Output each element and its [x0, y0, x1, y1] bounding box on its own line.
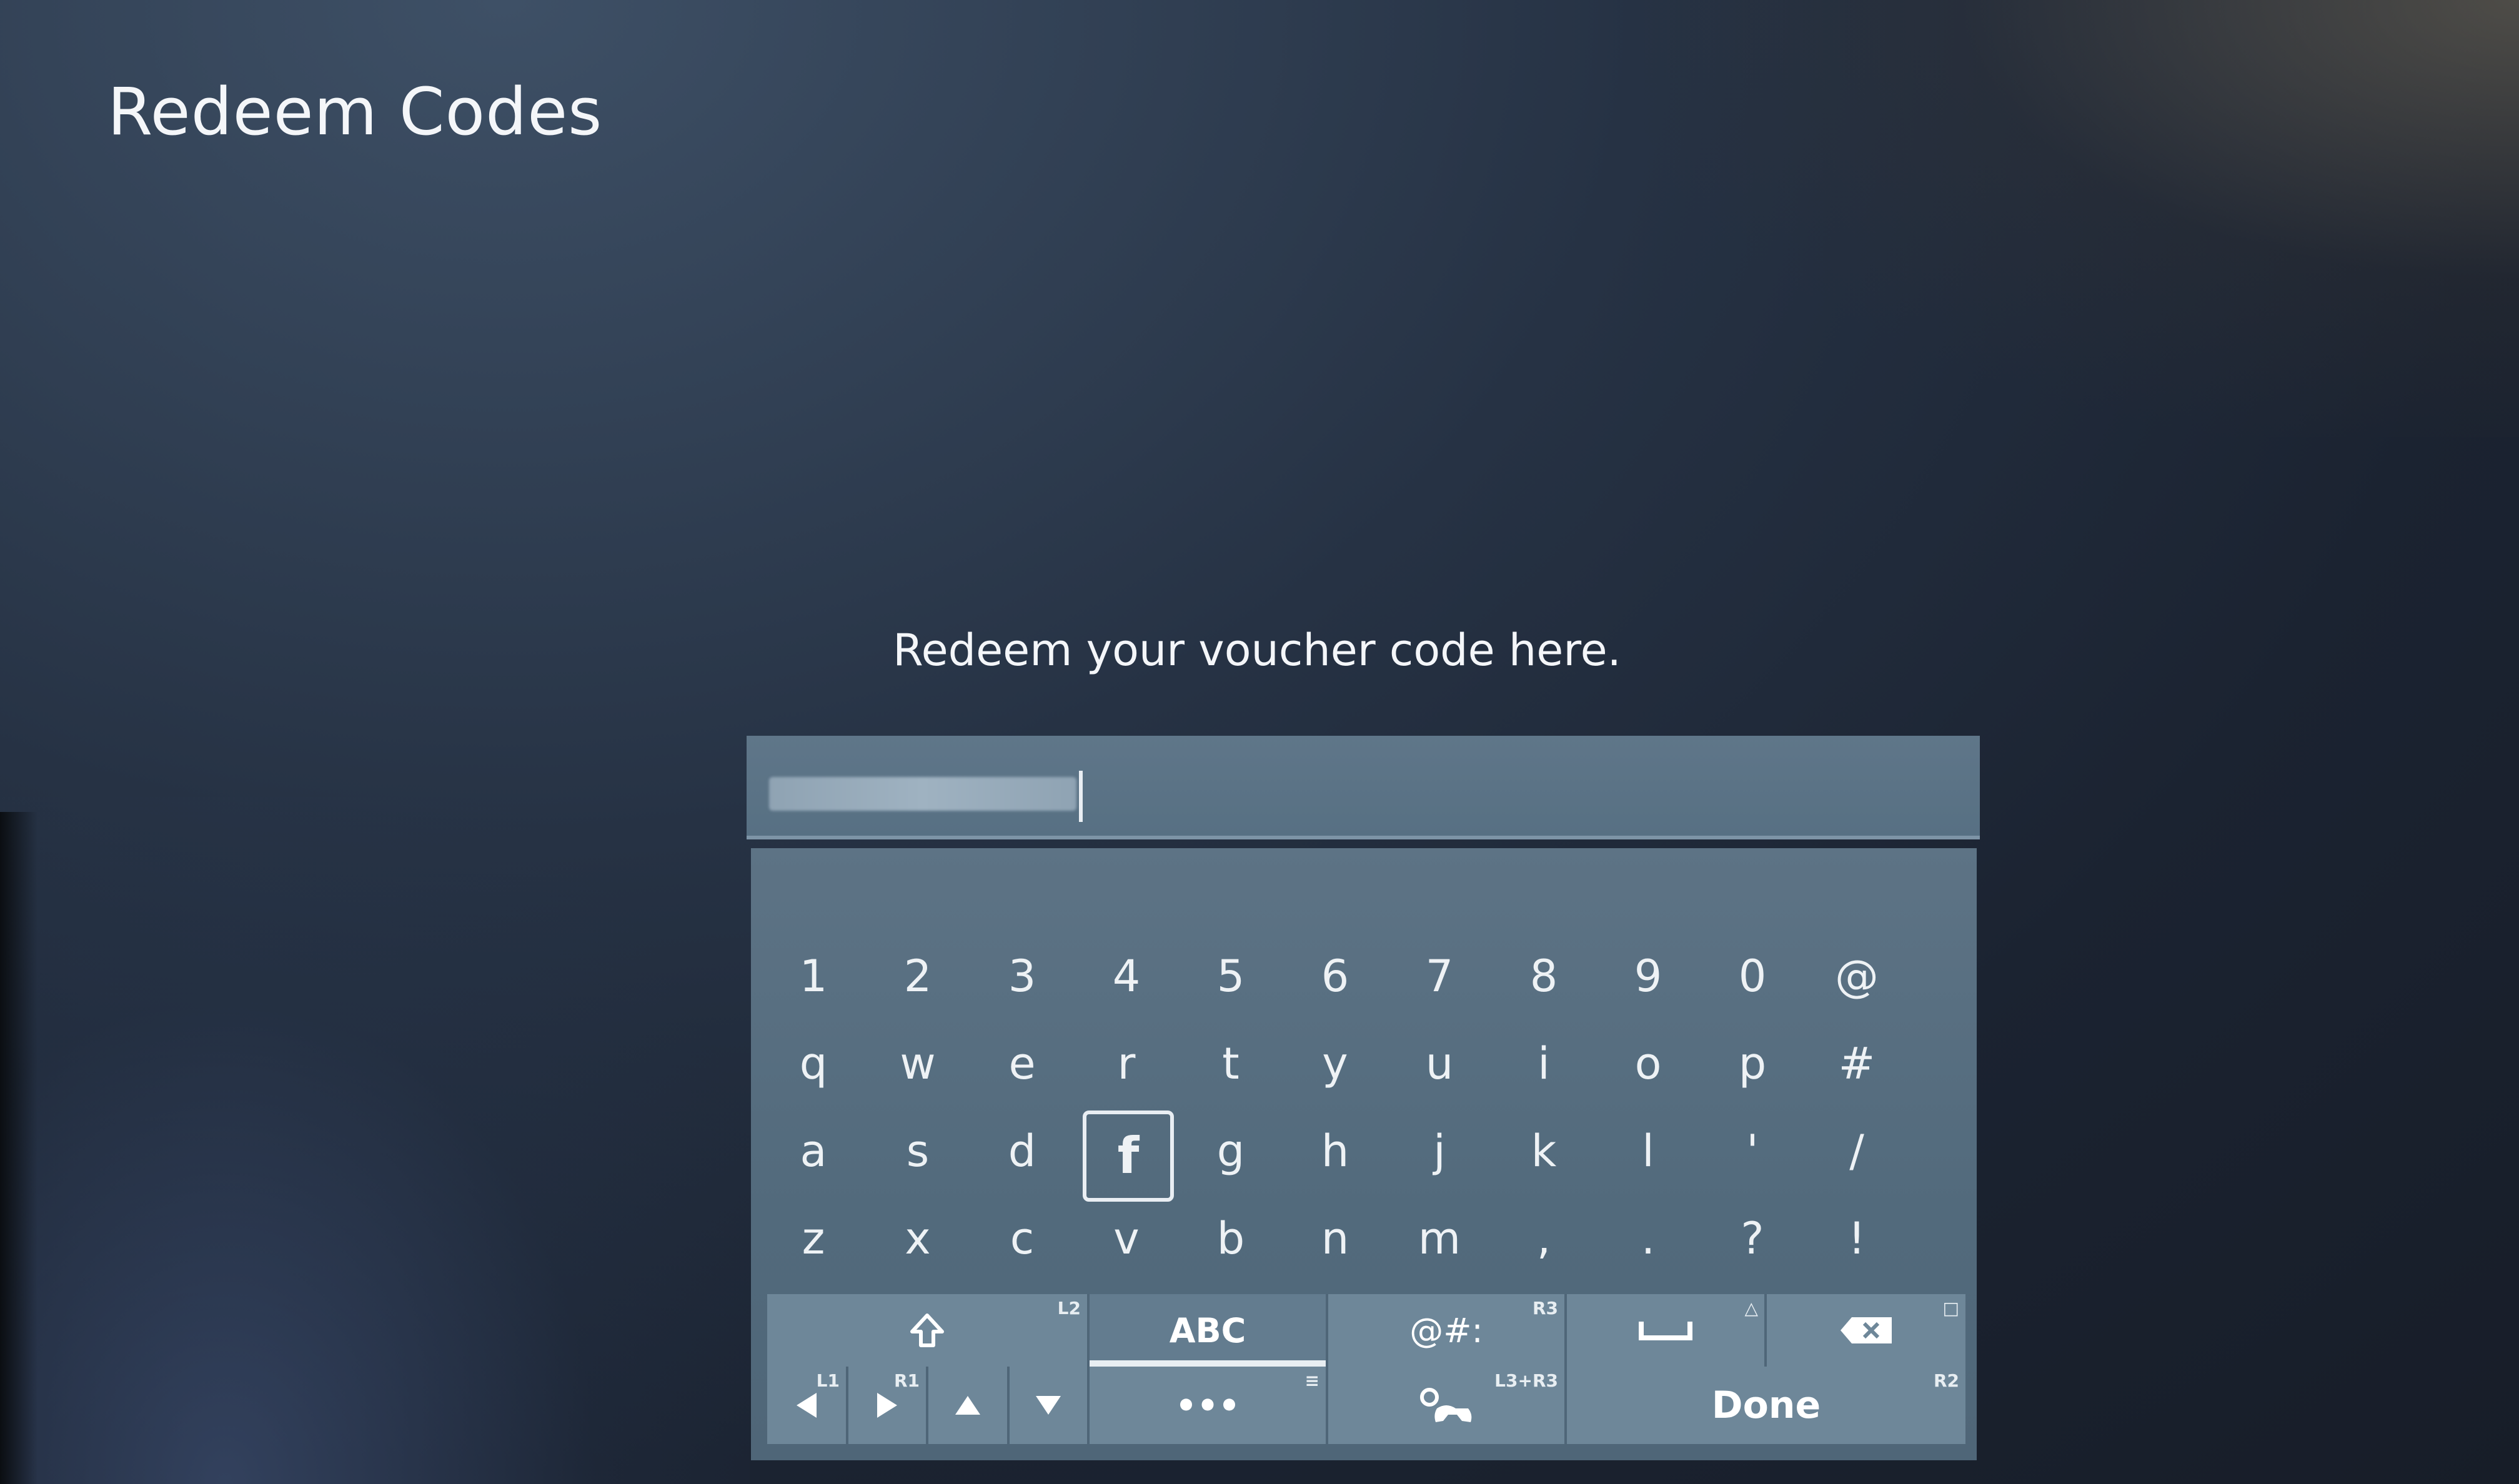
- key-a[interactable]: a: [770, 1111, 857, 1192]
- key-p[interactable]: p: [1709, 1023, 1796, 1104]
- left-tag: L1: [816, 1370, 840, 1391]
- key-6[interactable]: 6: [1291, 936, 1379, 1017]
- arrow-down-icon: [1036, 1396, 1061, 1415]
- cursor-up-button[interactable]: [928, 1367, 1010, 1444]
- key-symbol[interactable]: #: [1813, 1023, 1900, 1104]
- key-5[interactable]: 5: [1187, 936, 1274, 1017]
- key-w[interactable]: w: [874, 1023, 961, 1104]
- cursor-left-button[interactable]: L1: [767, 1367, 848, 1444]
- shift-button[interactable]: L2: [767, 1294, 1090, 1367]
- key-q[interactable]: q: [770, 1023, 857, 1104]
- key-9[interactable]: 9: [1604, 936, 1692, 1017]
- key-d[interactable]: d: [978, 1111, 1066, 1192]
- key-v[interactable]: v: [1083, 1198, 1170, 1279]
- key-j[interactable]: j: [1396, 1111, 1483, 1192]
- background-glow: [0, 797, 750, 1484]
- key-l[interactable]: l: [1604, 1111, 1692, 1192]
- key-8[interactable]: 8: [1500, 936, 1587, 1017]
- cursor-right-button[interactable]: R1: [848, 1367, 928, 1444]
- key-c[interactable]: c: [978, 1198, 1066, 1279]
- screen-edge: [0, 812, 37, 1484]
- more-options-button[interactable]: ••• ≡: [1090, 1367, 1328, 1444]
- key-symbol[interactable]: .: [1604, 1198, 1692, 1279]
- key-i[interactable]: i: [1500, 1023, 1587, 1104]
- key-symbol[interactable]: /: [1813, 1111, 1900, 1192]
- space-icon: [1639, 1322, 1692, 1340]
- arrow-right-icon: [877, 1393, 897, 1418]
- key-1[interactable]: 1: [770, 936, 857, 1017]
- done-label: Done: [1711, 1383, 1821, 1427]
- gamepad-icon: [1420, 1388, 1472, 1422]
- key-r[interactable]: r: [1083, 1023, 1170, 1104]
- on-screen-keyboard: 1 2 3 4 5 6 7 8 9 0 @ q w e r t y u i o p # a s d f g h j k l ' / z x c v b n m…: [751, 848, 1977, 1460]
- key-g[interactable]: g: [1187, 1111, 1274, 1192]
- abc-label: ABC: [1169, 1310, 1246, 1350]
- more-tag: ≡: [1304, 1370, 1319, 1391]
- key-u[interactable]: u: [1396, 1023, 1483, 1104]
- prompt-label: Redeem your voucher code here.: [893, 625, 1621, 676]
- key-o[interactable]: o: [1604, 1023, 1692, 1104]
- arrow-left-icon: [797, 1393, 817, 1418]
- symbols-tag: R3: [1532, 1298, 1558, 1318]
- key-2[interactable]: 2: [874, 936, 961, 1017]
- key-3[interactable]: 3: [978, 936, 1066, 1017]
- more-label: •••: [1175, 1385, 1240, 1425]
- done-tag: R2: [1933, 1370, 1959, 1391]
- key-k[interactable]: k: [1500, 1111, 1587, 1192]
- backspace-button[interactable]: □: [1767, 1294, 1965, 1367]
- key-symbol[interactable]: ,: [1500, 1198, 1587, 1279]
- abc-tab[interactable]: ABC: [1090, 1294, 1328, 1367]
- key-symbol[interactable]: @: [1813, 936, 1900, 1017]
- text-caret: [1079, 771, 1083, 822]
- key-h[interactable]: h: [1291, 1111, 1379, 1192]
- key-t[interactable]: t: [1187, 1023, 1274, 1104]
- key-e[interactable]: e: [978, 1023, 1066, 1104]
- key-y[interactable]: y: [1291, 1023, 1379, 1104]
- key-4[interactable]: 4: [1083, 936, 1170, 1017]
- arrow-up-icon: [955, 1396, 980, 1415]
- space-tag: △: [1744, 1298, 1758, 1318]
- redacted-code-value: [769, 777, 1076, 811]
- shift-tag: L2: [1057, 1298, 1081, 1318]
- prompt-text: Redeem your voucher code here.: [0, 625, 2519, 676]
- key-symbol[interactable]: !: [1813, 1198, 1900, 1279]
- key-z[interactable]: z: [770, 1198, 857, 1279]
- shift-icon: [910, 1313, 944, 1347]
- gamepad-tag: L3+R3: [1494, 1370, 1558, 1391]
- key-0[interactable]: 0: [1709, 936, 1796, 1017]
- background-glow: [1644, 0, 2519, 437]
- symbols-label: @#:: [1409, 1310, 1483, 1350]
- backspace-icon: [1841, 1317, 1892, 1343]
- keyboard-control-row-1: L2 ABC @#: R3 △ □: [767, 1294, 1965, 1367]
- gamepad-input-button[interactable]: L3+R3: [1328, 1367, 1567, 1444]
- key-b[interactable]: b: [1187, 1198, 1274, 1279]
- key-f[interactable]: f: [1083, 1111, 1174, 1202]
- key-7[interactable]: 7: [1396, 936, 1483, 1017]
- right-tag: R1: [893, 1370, 920, 1391]
- keyboard-control-row-2: L1 R1 ••• ≡ L3+R3 Done R2: [767, 1367, 1965, 1444]
- done-button[interactable]: Done R2: [1567, 1367, 1965, 1444]
- page-title: Redeem Codes: [107, 74, 603, 150]
- key-m[interactable]: m: [1396, 1198, 1483, 1279]
- backspace-tag: □: [1942, 1298, 1959, 1318]
- key-symbol[interactable]: ?: [1709, 1198, 1796, 1279]
- cursor-down-button[interactable]: [1010, 1367, 1090, 1444]
- space-button[interactable]: △: [1567, 1294, 1767, 1367]
- key-symbol[interactable]: ': [1709, 1111, 1796, 1192]
- key-n[interactable]: n: [1291, 1198, 1379, 1279]
- key-x[interactable]: x: [874, 1198, 961, 1279]
- active-tab-indicator: [1090, 1360, 1326, 1367]
- symbols-tab[interactable]: @#: R3: [1328, 1294, 1567, 1367]
- key-s[interactable]: s: [874, 1111, 961, 1192]
- voucher-code-input[interactable]: [747, 736, 1980, 839]
